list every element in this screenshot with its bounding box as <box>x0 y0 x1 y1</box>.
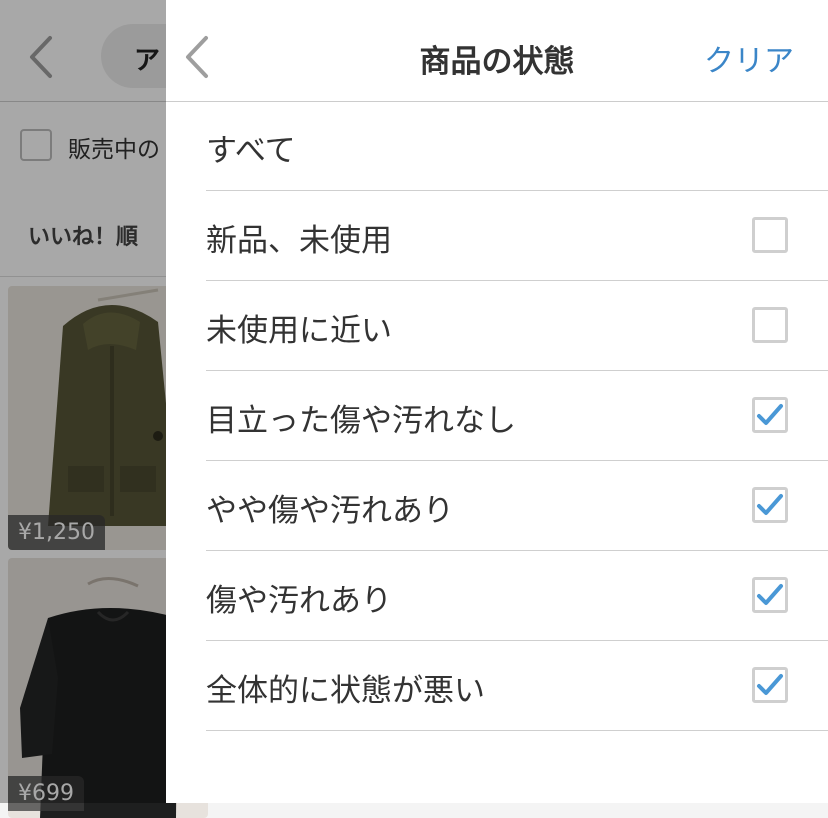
condition-filter-drawer: 商品の状態 クリア すべて 新品、未使用 未使用に近い 目立った傷や汚れなし や… <box>166 0 828 803</box>
clear-button[interactable]: クリア <box>704 36 794 80</box>
option-label: やや傷や汚れあり <box>206 493 454 529</box>
option-new-unused[interactable]: 新品、未使用 <box>206 191 828 281</box>
option-label: 傷や汚れあり <box>206 583 392 619</box>
option-poor-condition[interactable]: 全体的に状態が悪い <box>206 641 828 731</box>
checkmark-icon <box>757 404 783 425</box>
option-checkbox[interactable] <box>752 307 788 343</box>
option-damaged[interactable]: 傷や汚れあり <box>206 551 828 641</box>
option-checkbox[interactable] <box>752 487 788 523</box>
option-checkbox[interactable] <box>752 397 788 433</box>
drawer-header: 商品の状態 クリア <box>166 0 828 102</box>
option-all[interactable]: すべて <box>206 101 828 191</box>
option-checkbox[interactable] <box>752 667 788 703</box>
checkmark-icon <box>757 584 783 605</box>
option-no-noticeable-damage[interactable]: 目立った傷や汚れなし <box>206 371 828 461</box>
checkmark-icon <box>757 494 783 515</box>
option-label: 新品、未使用 <box>206 223 392 259</box>
option-label: すべて <box>206 133 296 169</box>
option-some-damage[interactable]: やや傷や汚れあり <box>206 461 828 551</box>
option-checkbox[interactable] <box>752 217 788 253</box>
option-label: 目立った傷や汚れなし <box>206 403 516 439</box>
option-like-new[interactable]: 未使用に近い <box>206 281 828 371</box>
option-checkbox[interactable] <box>752 577 788 613</box>
option-label: 全体的に状態が悪い <box>206 673 485 709</box>
condition-option-list: すべて 新品、未使用 未使用に近い 目立った傷や汚れなし やや傷や汚れあり 傷や… <box>206 101 828 731</box>
option-label: 未使用に近い <box>206 313 392 349</box>
checkmark-icon <box>757 674 783 695</box>
